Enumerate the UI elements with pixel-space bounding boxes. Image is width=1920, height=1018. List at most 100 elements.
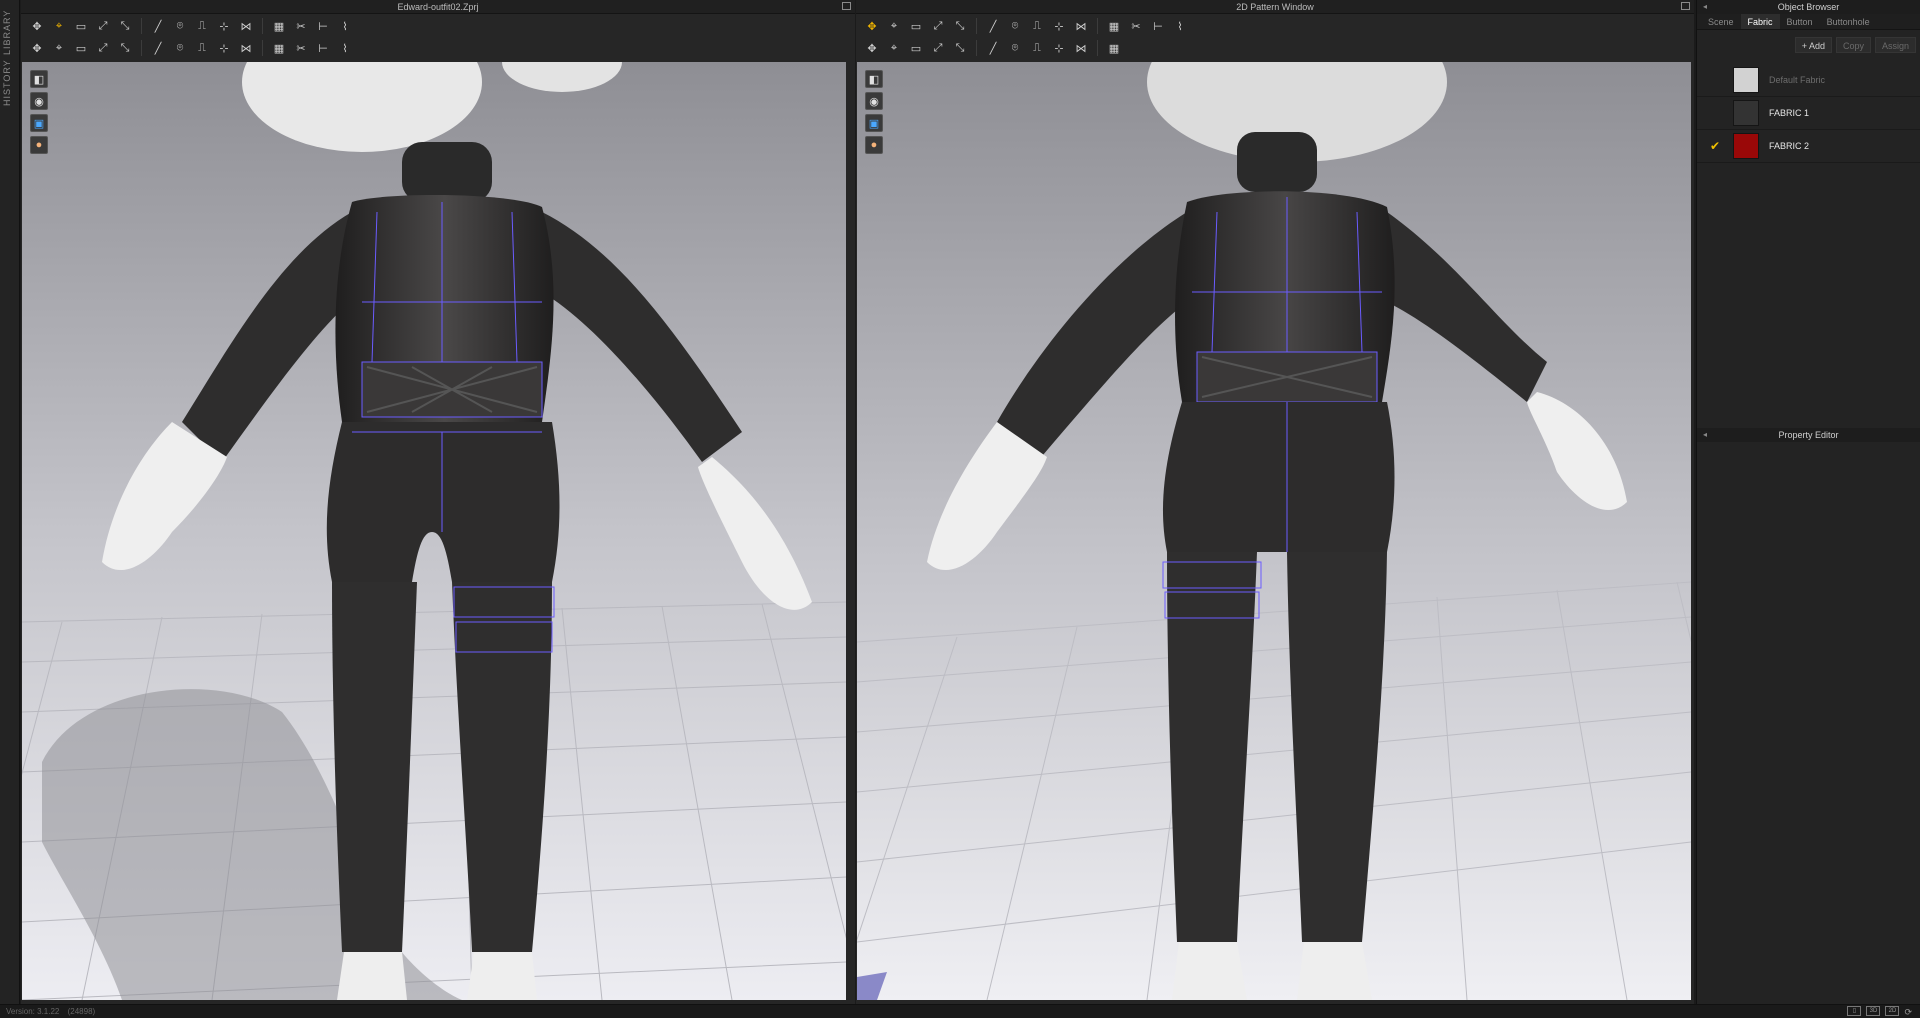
pin-icon[interactable]: ◂ [1703,428,1707,442]
tab-fabric[interactable]: Fabric [1740,14,1780,29]
suit-left-leg [332,582,417,952]
pattern-icon[interactable]: ⤡ [117,40,133,56]
fold-icon[interactable]: ⎍ [194,18,210,34]
select-icon[interactable]: ⌖ [51,18,67,34]
align-icon[interactable]: ▦ [271,40,287,56]
3d-view-button[interactable]: 3D [1866,1006,1881,1016]
skin-icon[interactable]: ● [865,136,883,154]
tab-scene[interactable]: Scene [1701,14,1741,29]
button-icon[interactable]: ⎍ [1029,40,1045,56]
cloth-icon[interactable]: ▦ [271,18,287,34]
3d-toolbar-bottom: ✥ ⌖ ▭ ⤢ ⤡ ╱ ⌾ ⎍ ⊹ ⋈ ▦ ✂ ⊢ ⌇ [21,36,855,60]
3d-window: Edward-outfit02.Zprj ✥ ⌖ ▭ ⤢ ⤡ ╱ ⌾ ⎍ ⊹ ⋈ ▦ ✂ ⊢ ⌇ ✥ ⌖ ▭ ⤢… [21,0,855,1004]
cut-icon[interactable]: ✂ [293,18,309,34]
refresh-icon[interactable]: ⟳ [1904,1006,1912,1018]
version-text: Version: 3.1.22 [6,1007,60,1016]
scale-icon[interactable]: ⤡ [117,18,133,34]
polygon-icon[interactable]: ╱ [985,18,1001,34]
fabric-swatch[interactable] [1733,67,1759,93]
curve-icon[interactable]: ⤢ [930,18,946,34]
maximize-icon[interactable] [1681,2,1690,10]
fit-icon[interactable]: ⌇ [337,40,353,56]
brush-icon[interactable]: ⌇ [337,18,353,34]
check-sewing-icon[interactable]: ▭ [908,40,924,56]
pin-icon[interactable]: ◂ [1703,0,1707,14]
tape-icon[interactable]: ⤢ [930,40,946,56]
copy-button[interactable]: Copy [1835,37,1871,53]
texture-icon[interactable]: ╱ [985,40,1001,56]
transform-icon[interactable]: ⌖ [886,18,902,34]
2d-view-button[interactable]: 2D [1885,1006,1900,1016]
2d-window-title: 2D Pattern Window [1236,2,1314,12]
toolbar-separator [141,40,142,56]
seam-icon[interactable]: ⤢ [95,40,111,56]
segment-sewing-icon[interactable]: ✥ [864,40,880,56]
fabric-display-icon[interactable]: ▣ [865,114,883,132]
camera-icon[interactable]: ◧ [865,70,883,88]
add-point-icon[interactable]: ⤡ [952,18,968,34]
skin-icon[interactable]: ● [30,136,48,154]
toolbar-separator [976,18,977,34]
3d-scene [22,62,846,1000]
garment-back-icon[interactable]: ⊢ [315,40,331,56]
ruler-icon[interactable]: ⎍ [194,40,210,56]
fabric-row[interactable]: ✔ FABRIC 2 [1697,130,1920,163]
history-tab[interactable]: HISTORY [2,59,18,106]
pin-icon[interactable]: ⌾ [172,18,188,34]
stitch-icon[interactable]: ⌖ [51,40,67,56]
avatar-icon[interactable]: ✥ [29,40,45,56]
tab-buttonhole[interactable]: Buttonhole [1820,14,1877,29]
avatar-display-icon[interactable]: ◉ [865,92,883,110]
property-editor-title: Property Editor [1778,430,1839,440]
free-sewing-icon[interactable]: ⌖ [886,40,902,56]
add-button[interactable]: + Add [1794,37,1832,53]
internal-line-icon[interactable]: ⊹ [1051,18,1067,34]
garment-front-icon[interactable]: ✂ [293,40,309,56]
zoom-icon[interactable]: ⊹ [216,40,232,56]
fabric-display-icon[interactable]: ▣ [30,114,48,132]
pin-arrange-icon[interactable]: ▭ [73,40,89,56]
layout-icon[interactable]: ⋈ [238,40,254,56]
dart-icon[interactable]: ✂ [1128,18,1144,34]
3d-window-title-bar: Edward-outfit02.Zprj [21,0,855,14]
line-tool-icon[interactable]: ╱ [150,18,166,34]
internal-circle-icon[interactable]: ▦ [1106,18,1122,34]
3d-viewport[interactable]: ◧ ◉ ▣ ● [22,62,846,1000]
assign-button[interactable]: Assign [1874,37,1916,53]
fold-icon[interactable]: ⊢ [1150,18,1166,34]
move-icon[interactable]: ✥ [29,18,45,34]
avatar-left-foot [1172,942,1247,1000]
fabric-icon[interactable]: ⤡ [952,40,968,56]
2d-viewport[interactable]: ◧ ◉ ▣ ● [857,62,1691,1000]
camera-icon[interactable]: ◧ [30,70,48,88]
fabric-row[interactable]: Default Fabric [1697,64,1920,97]
fabric-swatch[interactable] [1733,100,1759,126]
single-view-button[interactable]: ▯ [1847,1006,1862,1016]
graphic-icon[interactable]: ⌾ [1007,40,1023,56]
transform-icon[interactable]: ⤢ [95,18,111,34]
tack-icon[interactable]: ⊹ [216,18,232,34]
box-select-icon[interactable]: ▭ [73,18,89,34]
measure-icon[interactable]: ⊢ [315,18,331,34]
add-label: Add [1808,41,1825,51]
fabric-row[interactable]: FABRIC 1 [1697,97,1920,130]
internal-rect-icon[interactable]: ⋈ [1073,18,1089,34]
2d-toolbar-bottom: ✥ ⌖ ▭ ⤢ ⤡ ╱ ⌾ ⎍ ⊹ ⋈ ▦ [856,36,1694,60]
maximize-icon[interactable] [842,2,851,10]
button-icon[interactable]: ⌾ [172,40,188,56]
notch-icon[interactable]: ⌇ [1172,18,1188,34]
puckering-icon[interactable]: ╱ [150,40,166,56]
view-mode-buttons: ▯ 3D 2D ⟳ [1847,1006,1912,1018]
circle-icon[interactable]: ⎍ [1029,18,1045,34]
rectangle-icon[interactable]: ⌾ [1007,18,1023,34]
buttonhole-icon[interactable]: ⊹ [1051,40,1067,56]
tab-button[interactable]: Button [1780,14,1820,29]
topstitch-icon[interactable]: ⋈ [1073,40,1089,56]
strap-icon[interactable]: ⋈ [238,18,254,34]
select-icon[interactable]: ✥ [864,18,880,34]
print-icon[interactable]: ▦ [1106,40,1122,56]
edit-point-icon[interactable]: ▭ [908,18,924,34]
library-tab[interactable]: LIBRARY [2,8,18,56]
fabric-swatch[interactable] [1733,133,1759,159]
avatar-display-icon[interactable]: ◉ [30,92,48,110]
